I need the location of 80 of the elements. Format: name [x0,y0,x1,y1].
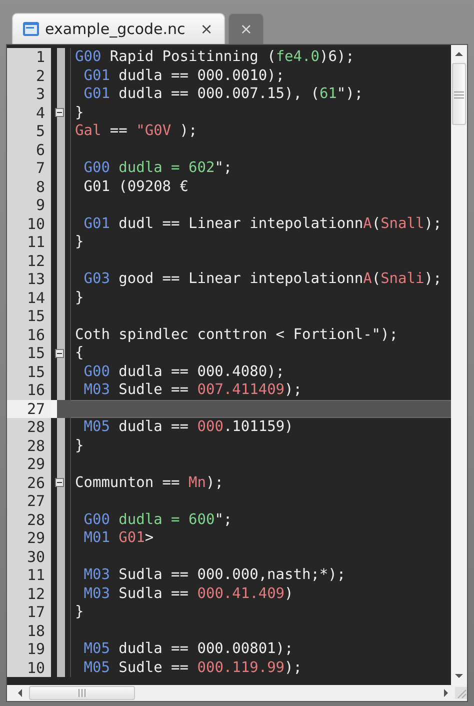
code-line: } [75,288,84,307]
file-icon [22,20,40,38]
close-tab-button[interactable]: × [238,20,254,38]
code-line: } [75,233,84,252]
line-number: 2 [7,66,51,85]
grip-icon [78,689,86,697]
vertical-scrollbar[interactable] [451,45,467,685]
code-line: G03 good == Linear intepolationnA(Snali); [82,270,442,288]
code-line: Gal == "G0V ); [75,122,198,140]
code-line: } [75,603,84,622]
line-number: 30 [7,548,51,566]
scrollbar-thumb[interactable] [452,63,466,125]
line-number: 11 [7,233,51,252]
line-number: 5 [7,122,51,140]
code-line: M05 dudla == 000.00801); [82,640,294,658]
line-number: 29 [7,529,51,548]
code-line: Coth spindlec conttron < Fortionl-"); [75,326,398,344]
line-number: 28 [7,436,51,455]
line-number: 28 [7,510,51,529]
line-number: 15 [7,307,51,326]
line-number: 1 [7,48,51,66]
collapse-icon[interactable] [55,348,64,358]
line-number: 19 [7,640,51,658]
code-line: G01 (09208 € [82,178,188,196]
line-number: 4 [7,104,51,122]
line-number: 28 [7,418,51,436]
code-line: G00 dudla == 000.4080); [82,362,285,381]
line-number: 8 [7,178,51,196]
line-number: 26 [7,474,51,492]
scroll-down-icon[interactable] [455,673,463,679]
code-line: M03 Sudle == 007.411409); [82,381,302,400]
code-line: G00 dudla = 602"; [82,159,232,178]
file-tab[interactable]: × [228,13,264,44]
grip-icon [454,91,464,99]
code-line: Communton == Mn); [75,474,224,492]
line-number: 15 [7,362,51,381]
line-number: 3 [7,85,51,104]
line-number: 18 [7,622,51,640]
code-line: M01 G01> [82,529,154,548]
file-tab[interactable]: example_gcode.nc × [12,13,225,44]
collapse-icon[interactable] [55,478,64,488]
line-number: 16 [7,326,51,344]
scroll-up-icon[interactable] [455,51,463,57]
scrollbar-thumb[interactable] [29,686,135,700]
line-number: 13 [7,270,51,288]
scroll-left-icon[interactable] [17,689,23,697]
line-number: 27 [7,400,51,418]
code-line: G00 Rapid Positinning (fe4.0)6); [75,48,354,66]
code-line: M05 dudla == 000.101159) [82,418,294,436]
code-line: G00 dudla = 600"; [82,510,232,529]
line-number: 27 [7,492,51,510]
code-line: G01 dudla == 000.0010); [82,66,285,85]
code-line: { [75,344,84,362]
code-line: M03 Sudla == 000.000,nasth;*); [82,566,346,584]
scroll-right-icon[interactable] [443,689,449,697]
line-number: 17 [7,603,51,622]
line-number: 12 [7,584,51,603]
line-number: 11 [7,566,51,584]
line-number: 10 [7,214,51,233]
line-number: 6 [7,140,51,159]
line-number: 14 [7,288,51,307]
code-line: } [75,436,84,455]
tab-title: example_gcode.nc [45,20,186,38]
code-line: G01 dudl == Linear intepolationnA(Snall); [82,214,442,233]
resize-grip-icon[interactable] [455,687,467,699]
close-tab-button[interactable]: × [198,20,215,38]
line-number: 7 [7,159,51,178]
line-number: 9 [7,196,51,214]
horizontal-scrollbar[interactable] [7,685,467,701]
code-line: M05 Sudle == 000.119.99); [82,658,302,677]
code-line: G01 dudla == 000.007.15), (61"); [82,85,364,104]
line-number: 10 [7,658,51,677]
code-line: } [75,104,84,122]
line-number: 12 [7,252,51,270]
collapse-icon[interactable] [55,108,64,118]
code-line: M03 Sudla == 000.41.409) [82,584,294,603]
line-number: 29 [7,455,51,474]
code-editor[interactable] [6,44,468,702]
line-number: 16 [7,381,51,400]
line-number: 15 [7,344,51,362]
